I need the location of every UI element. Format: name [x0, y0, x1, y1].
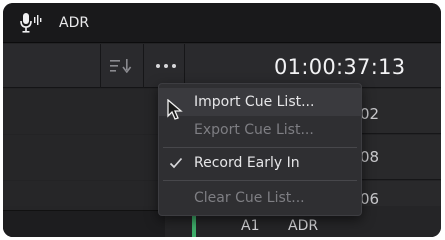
microphone-icon [20, 13, 42, 33]
more-icon [156, 64, 176, 68]
menu-item-label: Export Cue List... [194, 122, 314, 138]
track-name: ADR [288, 218, 319, 234]
row-code: 08 [360, 148, 380, 166]
sort-icon [110, 59, 132, 73]
bottom-panel [3, 210, 165, 237]
window-title: ADR [59, 15, 90, 31]
title-bar: ADR [3, 3, 441, 43]
menu-item-label: Record Early In [194, 155, 300, 171]
menu-item-clear-cue-list[interactable]: Clear Cue List... [159, 184, 361, 212]
mouse-cursor-icon [167, 99, 183, 120]
menu-item-record-early-in[interactable]: Record Early In [159, 149, 361, 177]
checkmark-icon [169, 157, 183, 169]
menu-item-label: Import Cue List... [194, 94, 315, 110]
menu-separator [163, 180, 357, 181]
options-menu: Import Cue List... Export Cue List... Re… [158, 83, 362, 216]
timecode-display: 01:00:37:13 [274, 55, 406, 79]
track-marker [192, 215, 196, 237]
track-label: A1 [241, 218, 260, 234]
row-code: 02 [360, 105, 380, 123]
adr-panel: ADR 01:00:37:13 02 08 06 A1 ADR Import C… [3, 3, 441, 237]
menu-item-export-cue-list[interactable]: Export Cue List... [159, 116, 361, 144]
toolbar: 01:00:37:13 [3, 44, 441, 88]
more-options-button[interactable] [145, 44, 185, 88]
menu-item-import-cue-list[interactable]: Import Cue List... [159, 88, 361, 116]
sort-button[interactable] [102, 44, 144, 88]
menu-separator [163, 147, 357, 148]
menu-item-label: Clear Cue List... [194, 190, 305, 206]
toolbar-left-area [3, 44, 101, 88]
